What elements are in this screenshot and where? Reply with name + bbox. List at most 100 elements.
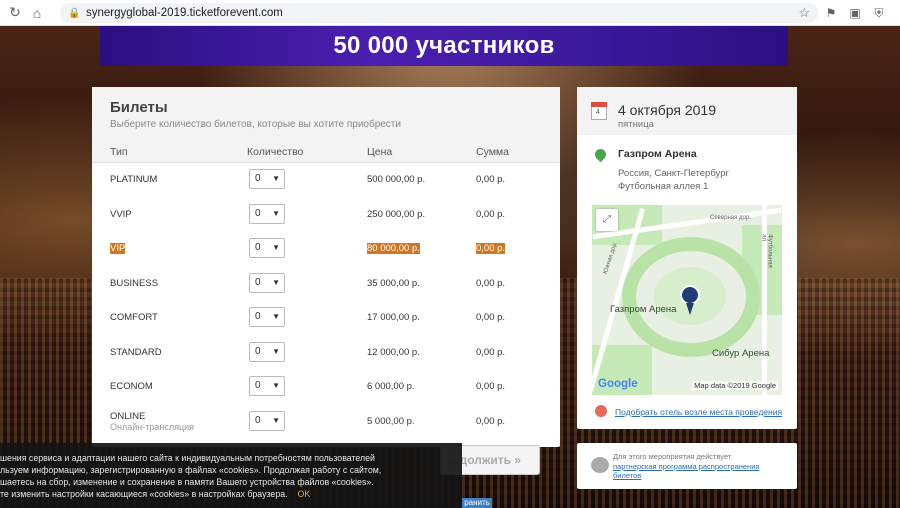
- extension-icon[interactable]: ⚑: [822, 4, 840, 22]
- partner-panel: Для этого мероприятия действует партнерс…: [577, 443, 797, 489]
- col-qty: Количество: [247, 146, 304, 158]
- ticket-sum: 0,00 р.: [476, 346, 506, 358]
- hotel-icon: [595, 405, 607, 417]
- ticket-name: ECONOM: [110, 381, 153, 392]
- address-line: Россия, Санкт-Петербург: [618, 168, 729, 179]
- caret-down-icon: ▼: [272, 208, 280, 218]
- caret-down-icon: ▼: [272, 346, 280, 356]
- ticket-name: COMFORT: [110, 312, 158, 323]
- ticket-sum: 0,00 р.: [476, 381, 506, 392]
- qty-select[interactable]: 0 ▼: [249, 410, 285, 431]
- partner-text: Для этого мероприятия действует: [613, 452, 732, 461]
- ticket-sum: 0,00 р.: [476, 312, 506, 323]
- map-marker-icon[interactable]: [680, 285, 700, 315]
- fullscreen-icon[interactable]: ⤢: [596, 209, 618, 231]
- hotel-link[interactable]: Подобрать отель возле места проведения: [615, 407, 782, 417]
- ticket-row-business: BUSINESS 0 ▼ 35 000,00 р. 0,00 р.: [92, 267, 560, 302]
- ticket-name: PLATINUM: [110, 174, 158, 185]
- ticket-row-online: ONLINE Онлайн-трансляция 0 ▼ 5 000,00 р. …: [92, 405, 560, 440]
- home-icon[interactable]: ⌂: [26, 2, 48, 24]
- qty-select[interactable]: 0 ▼: [249, 272, 285, 293]
- ticket-row-comfort: COMFORT 0 ▼ 17 000,00 р. 0,00 р.: [92, 301, 560, 336]
- qty-value: 0: [255, 380, 261, 391]
- calendar-day: 4: [596, 109, 600, 116]
- cookie-line: шения сервиса и адаптации нашего сайта к…: [0, 453, 375, 463]
- qty-select[interactable]: 0 ▼: [249, 307, 285, 327]
- map-street-label: Северная дор.: [710, 215, 751, 221]
- tickets-title: Билеты: [110, 99, 168, 116]
- ticket-row-vip: VIP 0 ▼ 80 000,00 р. 0,00 р.: [92, 232, 560, 267]
- ticket-sum: 0,00 р.: [476, 277, 506, 289]
- qty-select[interactable]: 0 ▼: [249, 376, 285, 396]
- tickets-subtitle: Выберите количество билетов, которые вы …: [110, 119, 401, 130]
- ticket-price: 12 000,00 р.: [367, 346, 420, 358]
- tickets-columns: Тип Количество Цена Сумма: [92, 139, 560, 163]
- tickets-panel: Билеты Выберите количество билетов, кото…: [92, 87, 560, 447]
- ticket-sum: 0,00 р.: [476, 174, 506, 185]
- cookie-banner: шения сервиса и адаптации нашего сайта к…: [0, 443, 462, 508]
- cookie-ok-button[interactable]: OK: [298, 489, 311, 499]
- browser-toolbar: ↻ ⌂ 🔒 synergyglobal-2019.ticketforevent.…: [0, 0, 900, 26]
- ticket-sum: 0,00 р.: [476, 208, 506, 220]
- location-pin-icon: [592, 146, 609, 163]
- shield-icon[interactable]: ⛨: [870, 4, 888, 22]
- qty-select[interactable]: 0 ▼: [249, 341, 285, 362]
- calendar-icon: 4: [591, 102, 607, 120]
- ticket-price: 6 000,00 р.: [367, 381, 415, 392]
- banner-text: 50 000 участников: [333, 32, 555, 59]
- qty-select[interactable]: 0 ▼: [249, 238, 285, 258]
- ticket-row-vvip: VVIP 0 ▼ 250 000,00 р. 0,00 р.: [92, 198, 560, 233]
- map-label-main: Газпром Арена: [610, 304, 677, 315]
- map-attribution: Map data ©2019 Google: [692, 381, 778, 390]
- ticket-name: BUSINESS: [110, 277, 159, 289]
- qty-value: 0: [255, 173, 261, 184]
- address-line: Футбольная аллея 1: [618, 180, 709, 192]
- save-button[interactable]: ранить: [462, 498, 492, 508]
- caret-down-icon: ▼: [272, 415, 280, 425]
- cookie-line: льзуем информацию, зарегистрированную в …: [0, 465, 382, 475]
- qty-value: 0: [255, 311, 261, 322]
- ticket-price: 5 000,00 р.: [367, 415, 415, 427]
- reload-icon[interactable]: ↻: [4, 2, 26, 24]
- address-bar[interactable]: 🔒 synergyglobal-2019.ticketforevent.com …: [60, 3, 818, 23]
- qty-value: 0: [255, 207, 261, 219]
- col-sum: Сумма: [476, 146, 509, 158]
- ticket-row-econom: ECONOM 0 ▼ 6 000,00 р. 0,00 р.: [92, 370, 560, 405]
- cookie-line: те изменить настройки касающиеся «cookie…: [0, 489, 288, 499]
- venue-address: Россия, Санкт-Петербург Футбольная аллея…: [618, 168, 729, 193]
- qty-select[interactable]: 0 ▼: [249, 203, 285, 224]
- lock-icon: 🔒: [68, 7, 81, 19]
- url-text: synergyglobal-2019.ticketforevent.com: [86, 7, 283, 19]
- qty-value: 0: [255, 242, 261, 253]
- qty-value: 0: [255, 345, 261, 357]
- hero-banner: 50 000 участников: [100, 26, 788, 66]
- ticket-price: 250 000,00 р.: [367, 208, 426, 220]
- ticket-name: VIP: [110, 243, 126, 254]
- qty-value: 0: [255, 414, 261, 426]
- caret-down-icon: ▼: [272, 381, 280, 390]
- qty-value: 0: [255, 276, 261, 288]
- caret-down-icon: ▼: [272, 312, 280, 321]
- ticket-price: 35 000,00 р.: [367, 277, 420, 289]
- ticket-sum: 0,00 р.: [476, 415, 506, 427]
- ticket-row-standard: STANDARD 0 ▼ 12 000,00 р. 0,00 р.: [92, 336, 560, 371]
- extension-icon[interactable]: ▣: [846, 4, 864, 22]
- google-logo: Google: [598, 378, 638, 390]
- star-icon[interactable]: ☆: [798, 5, 810, 21]
- ticket-price: 500 000,00 р.: [367, 174, 426, 185]
- caret-down-icon: ▼: [272, 277, 280, 287]
- cookie-line: шаетесь на сбор, изменение и сохранение …: [0, 477, 374, 487]
- venue-map[interactable]: Северная дор. Южная дор. Футбольная ал. …: [592, 205, 782, 395]
- caret-down-icon: ▼: [272, 174, 280, 183]
- map-street-label: Футбольная ал.: [760, 234, 773, 268]
- ticket-name: STANDARD: [110, 346, 162, 358]
- ticket-price: 17 000,00 р.: [367, 312, 420, 323]
- ticket-price: 80 000,00 р.: [367, 243, 420, 254]
- event-info-panel: 4 4 октября 2019 пятница Газпром Арена Р…: [577, 87, 797, 429]
- qty-select[interactable]: 0 ▼: [249, 169, 285, 189]
- event-date-block: 4 4 октября 2019 пятница: [577, 87, 797, 135]
- caret-down-icon: ▼: [272, 243, 280, 252]
- partner-link[interactable]: партнерская программа распространения би…: [613, 462, 783, 480]
- ticket-row-platinum: PLATINUM 0 ▼ 500 000,00 р. 0,00 р.: [92, 163, 560, 198]
- col-price: Цена: [367, 146, 393, 158]
